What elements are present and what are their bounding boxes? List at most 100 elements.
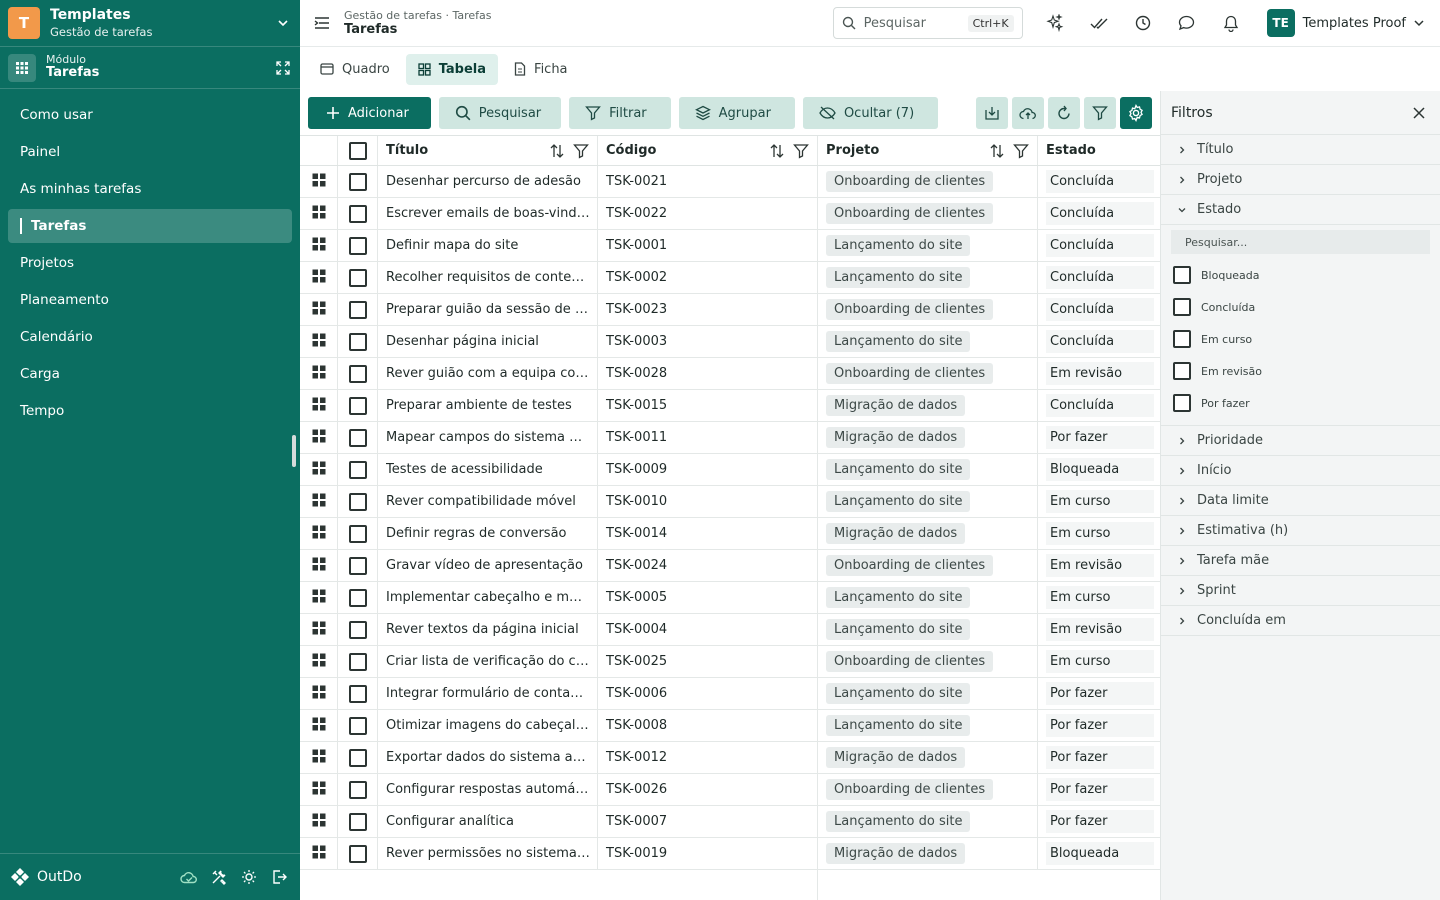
cell-state[interactable]: Por fazer [1038, 742, 1160, 773]
cell-code[interactable]: TSK-0026 [598, 774, 818, 805]
tools-icon[interactable] [208, 866, 230, 888]
filter-section[interactable]: Estimativa (h) [1161, 516, 1440, 546]
table-row[interactable]: Configurar respostas automátic... TSK-002… [300, 774, 1160, 806]
drag-handle-icon[interactable] [312, 717, 326, 735]
cell-title[interactable]: Configurar analítica [378, 806, 598, 837]
cell-title[interactable]: Rever compatibilidade móvel [378, 486, 598, 517]
sort-icon[interactable] [549, 143, 565, 159]
drag-handle-icon[interactable] [312, 813, 326, 831]
table-row[interactable]: Criar lista de verificação do clie... TSK… [300, 646, 1160, 678]
cell-project[interactable]: Lançamento do site [818, 806, 1038, 837]
row-checkbox[interactable] [348, 172, 367, 191]
cell-title[interactable]: Rever textos da página inicial [378, 614, 598, 645]
cell-code[interactable]: TSK-0025 [598, 646, 818, 677]
tab-table[interactable]: Tabela [405, 53, 499, 85]
sort-icon[interactable] [989, 143, 1005, 159]
sidebar-item[interactable]: Carga [8, 357, 292, 391]
cell-title[interactable]: Preparar guião da sessão de arr... [378, 294, 598, 325]
download-button[interactable] [976, 97, 1008, 129]
filter-section[interactable]: Data limite [1161, 486, 1440, 516]
cell-title[interactable]: Desenhar página inicial [378, 326, 598, 357]
filter-icon[interactable] [1013, 143, 1029, 159]
drag-handle-icon[interactable] [312, 461, 326, 479]
cell-state[interactable]: Por fazer [1038, 422, 1160, 453]
cell-project[interactable]: Onboarding de clientes [818, 166, 1038, 197]
cell-state[interactable]: Por fazer [1038, 710, 1160, 741]
cell-title[interactable]: Escrever emails de boas-vindas [378, 198, 598, 229]
filter-option-checkbox[interactable] [1173, 330, 1191, 348]
cell-code[interactable]: TSK-0028 [598, 358, 818, 389]
group-button[interactable]: Agrupar [678, 97, 795, 129]
row-checkbox[interactable] [348, 588, 367, 607]
filter-option-checkbox[interactable] [1173, 362, 1191, 380]
row-checkbox[interactable] [348, 844, 367, 863]
cell-project[interactable]: Lançamento do site [818, 678, 1038, 709]
cell-project[interactable]: Onboarding de clientes [818, 774, 1038, 805]
row-checkbox[interactable] [348, 780, 367, 799]
row-checkbox[interactable] [348, 620, 367, 639]
cell-state[interactable]: Bloqueada [1038, 838, 1160, 869]
cell-code[interactable]: TSK-0015 [598, 390, 818, 421]
menu-toggle-button[interactable] [300, 0, 344, 47]
filter-option[interactable]: Em curso [1161, 323, 1440, 355]
cell-title[interactable]: Definir regras de conversão [378, 518, 598, 549]
table-row[interactable]: Integrar formulário de contacto TSK-0006 L… [300, 678, 1160, 710]
drag-handle-icon[interactable] [312, 205, 326, 223]
drag-handle-icon[interactable] [312, 365, 326, 383]
cell-code[interactable]: TSK-0004 [598, 614, 818, 645]
table-row[interactable]: Definir regras de conversão TSK-0014 Migra… [300, 518, 1160, 550]
row-checkbox[interactable] [348, 236, 367, 255]
sidebar-resize-handle[interactable] [292, 435, 296, 467]
table-row[interactable]: Configurar analítica TSK-0007 Lançamento d… [300, 806, 1160, 838]
cell-project[interactable]: Lançamento do site [818, 582, 1038, 613]
cell-project[interactable]: Lançamento do site [818, 326, 1038, 357]
cell-state[interactable]: Por fazer [1038, 774, 1160, 805]
cell-title[interactable]: Mapear campos do sistema anti... [378, 422, 598, 453]
row-checkbox[interactable] [348, 300, 367, 319]
drag-handle-icon[interactable] [312, 653, 326, 671]
column-project[interactable]: Projeto [818, 136, 1038, 165]
cell-project[interactable]: Migração de dados [818, 390, 1038, 421]
table-row[interactable]: Preparar guião da sessão de arr... TSK-00… [300, 294, 1160, 326]
cell-project[interactable]: Lançamento do site [818, 230, 1038, 261]
filter-icon[interactable] [793, 143, 809, 159]
cell-project[interactable]: Lançamento do site [818, 454, 1038, 485]
expand-icon[interactable] [276, 60, 290, 75]
drag-handle-icon[interactable] [312, 589, 326, 607]
filter-section[interactable]: Prioridade [1161, 426, 1440, 456]
table-row[interactable]: Rever guião com a equipa come... TSK-0028… [300, 358, 1160, 390]
cell-code[interactable]: TSK-0023 [598, 294, 818, 325]
table-row[interactable]: Preparar ambiente de testes TSK-0015 Migra… [300, 390, 1160, 422]
drag-handle-icon[interactable] [312, 685, 326, 703]
cell-project[interactable]: Lançamento do site [818, 710, 1038, 741]
cell-state[interactable]: Concluída [1038, 230, 1160, 261]
table-row[interactable]: Testes de acessibilidade TSK-0009 Lançamen… [300, 454, 1160, 486]
table-row[interactable]: Rever compatibilidade móvel TSK-0010 Lança… [300, 486, 1160, 518]
drag-handle-icon[interactable] [312, 781, 326, 799]
sidebar-item[interactable]: Painel [8, 135, 292, 169]
drag-handle-icon[interactable] [312, 429, 326, 447]
cell-code[interactable]: TSK-0008 [598, 710, 818, 741]
row-checkbox[interactable] [348, 364, 367, 383]
filter-option-checkbox[interactable] [1173, 298, 1191, 316]
cell-state[interactable]: Concluída [1038, 294, 1160, 325]
table-row[interactable]: Implementar cabeçalho e menu TSK-0005 Lanç… [300, 582, 1160, 614]
sparkles-icon[interactable] [1033, 0, 1077, 47]
cell-state[interactable]: Em curso [1038, 518, 1160, 549]
bell-icon[interactable] [1209, 0, 1253, 47]
sidebar-item[interactable]: Projetos [8, 246, 292, 280]
filter-option-checkbox[interactable] [1173, 266, 1191, 284]
sort-icon[interactable] [769, 143, 785, 159]
cell-code[interactable]: TSK-0002 [598, 262, 818, 293]
table-row[interactable]: Rever permissões no sistema no... TSK-001… [300, 838, 1160, 870]
cell-code[interactable]: TSK-0014 [598, 518, 818, 549]
cell-state[interactable]: Concluída [1038, 326, 1160, 357]
row-checkbox[interactable] [348, 396, 367, 415]
filter-section[interactable]: Título [1161, 135, 1440, 165]
cell-state[interactable]: Concluída [1038, 390, 1160, 421]
cell-state[interactable]: Em revisão [1038, 358, 1160, 389]
cell-code[interactable]: TSK-0009 [598, 454, 818, 485]
cell-title[interactable]: Rever permissões no sistema no... [378, 838, 598, 869]
cell-state[interactable]: Concluída [1038, 166, 1160, 197]
cell-title[interactable]: Desenhar percurso de adesão [378, 166, 598, 197]
